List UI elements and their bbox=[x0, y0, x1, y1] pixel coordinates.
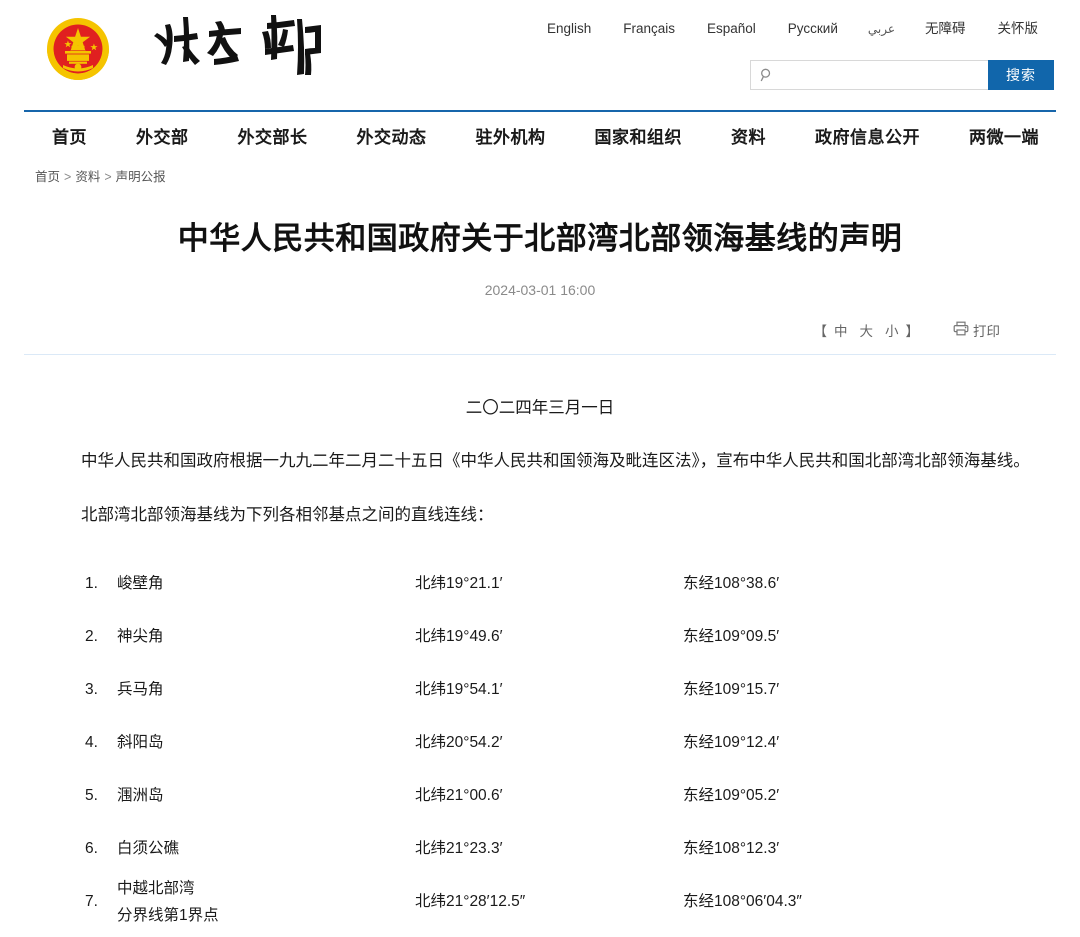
site-brand[interactable] bbox=[45, 9, 382, 85]
nav-countries[interactable]: 国家和组织 bbox=[595, 123, 683, 148]
row-index: 7. bbox=[85, 893, 98, 911]
row-longitude: 东经108°38.6′ bbox=[683, 574, 780, 592]
row-longitude: 东经109°12.4′ bbox=[683, 733, 780, 751]
table-row: 4. 斜阳岛 北纬20°54.2′ 东经109°12.4′ bbox=[24, 716, 1056, 769]
lang-francais[interactable]: Français bbox=[607, 19, 691, 39]
row-index: 6. bbox=[85, 839, 98, 857]
table-row: 2. 神尖角 北纬19°49.6′ 东经109°09.5′ bbox=[24, 610, 1056, 663]
site-search: 搜索 bbox=[750, 60, 1054, 90]
search-input-wrapper bbox=[750, 60, 988, 90]
row-name-line: 涠洲岛 bbox=[117, 786, 164, 804]
row-name-line: 斜阳岛 bbox=[117, 733, 164, 751]
article-toolbar: 【 中 大 小 】 打印 bbox=[24, 320, 1056, 340]
toolbar-divider bbox=[24, 353, 1056, 355]
publish-date: 2024-03-01 16:00 bbox=[484, 281, 596, 298]
bracket-open: 【 bbox=[813, 323, 829, 339]
lang-accessibility[interactable]: 无障碍 bbox=[909, 19, 982, 39]
row-name-line: 峻壁角 bbox=[117, 574, 164, 592]
row-latitude: 北纬19°21.1′ bbox=[415, 574, 503, 592]
lang-arabic[interactable]: عربي bbox=[854, 19, 909, 39]
nav-home[interactable]: 首页 bbox=[52, 123, 87, 148]
article: 中华人民共和国政府关于北部湾北部领海基线的声明 2024-03-01 16:00… bbox=[24, 218, 1056, 929]
nav-resources[interactable]: 资料 bbox=[731, 123, 766, 148]
nav-news[interactable]: 外交动态 bbox=[357, 123, 427, 148]
nav-social[interactable]: 两微一端 bbox=[969, 123, 1039, 148]
nav-ministry[interactable]: 外交部 bbox=[136, 123, 189, 148]
row-name: 峻壁角 bbox=[117, 570, 415, 597]
row-name: 白须公礁 bbox=[117, 835, 415, 862]
breadcrumb: 首页 > 资料 > 声明公报 bbox=[24, 166, 1056, 185]
breadcrumb-item-home[interactable]: 首页 bbox=[35, 170, 60, 184]
row-latitude: 北纬19°54.1′ bbox=[415, 680, 503, 698]
signed-date: 二〇二四年三月一日 bbox=[465, 398, 615, 417]
row-latitude: 北纬21°28′12.5″ bbox=[415, 893, 526, 911]
row-name-line: 分界线第1界点 bbox=[117, 907, 219, 924]
row-index: 3. bbox=[85, 680, 98, 698]
breadcrumb-item-statements[interactable]: 声明公报 bbox=[116, 170, 166, 184]
table-row: 7. 中越北部湾 分界线第1界点 北纬21°28′12.5″ 东经108°06′… bbox=[24, 875, 1056, 929]
nav-gov-info[interactable]: 政府信息公开 bbox=[815, 123, 920, 148]
row-name: 中越北部湾 分界线第1界点 bbox=[117, 875, 415, 929]
row-name: 斜阳岛 bbox=[117, 729, 415, 756]
printer-icon bbox=[953, 321, 969, 339]
row-longitude: 东经108°06′04.3″ bbox=[683, 893, 802, 911]
row-latitude: 北纬19°49.6′ bbox=[415, 627, 503, 645]
lang-espanol[interactable]: Español bbox=[691, 19, 772, 39]
lang-russian[interactable]: Русский bbox=[772, 19, 854, 39]
row-longitude: 东经109°15.7′ bbox=[683, 680, 780, 698]
search-button[interactable]: 搜索 bbox=[988, 60, 1054, 90]
breadcrumb-separator: > bbox=[64, 170, 72, 184]
breadcrumb-item-resources[interactable]: 资料 bbox=[75, 170, 100, 184]
row-name-line: 神尖角 bbox=[117, 627, 164, 645]
row-name-line: 中越北部湾 bbox=[117, 879, 195, 897]
row-name: 涠洲岛 bbox=[117, 782, 415, 809]
breadcrumb-separator: > bbox=[104, 170, 112, 184]
font-size-group: 【 中 大 小 】 bbox=[814, 320, 922, 340]
main-navigation: 首页 外交部 外交部长 外交动态 驻外机构 国家和组织 资料 政府信息公开 两微… bbox=[24, 112, 1056, 158]
row-name-line: 兵马角 bbox=[117, 680, 164, 698]
table-row: 6. 白须公礁 北纬21°23.3′ 东经108°12.3′ bbox=[24, 822, 1056, 875]
row-name: 神尖角 bbox=[117, 623, 415, 650]
row-index: 5. bbox=[85, 786, 98, 804]
row-name-line: 白须公礁 bbox=[117, 839, 180, 857]
row-longitude: 东经108°12.3′ bbox=[683, 839, 780, 857]
article-body: 二〇二四年三月一日 中华人民共和国政府根据一九九二年二月二十五日《中华人民共和国… bbox=[24, 393, 1056, 929]
row-index: 4. bbox=[85, 733, 98, 751]
search-input[interactable] bbox=[751, 61, 988, 89]
nav-minister[interactable]: 外交部长 bbox=[238, 123, 308, 148]
row-name: 兵马角 bbox=[117, 676, 415, 703]
print-label: 打印 bbox=[973, 323, 1000, 339]
site-header: English Français Español Русский عربي 无障… bbox=[24, 0, 1056, 112]
lang-care-version[interactable]: 关怀版 bbox=[982, 19, 1055, 39]
ministry-wordmark bbox=[147, 9, 382, 85]
font-size-medium[interactable]: 中 bbox=[829, 320, 855, 340]
paragraph-1: 中华人民共和国政府根据一九九二年二月二十五日《中华人民共和国领海及毗连区法》，宣… bbox=[81, 452, 1030, 471]
font-size-large[interactable]: 大 bbox=[855, 320, 881, 340]
basepoint-table: 1. 峻壁角 北纬19°21.1′ 东经108°38.6′ 2. 神尖角 北纬1… bbox=[24, 557, 1056, 929]
nav-missions[interactable]: 驻外机构 bbox=[476, 123, 546, 148]
china-national-emblem-icon bbox=[45, 9, 111, 85]
row-latitude: 北纬21°00.6′ bbox=[415, 786, 503, 804]
paragraph-2: 北部湾北部领海基线为下列各相邻基点之间的直线连线： bbox=[81, 505, 494, 524]
language-bar: English Français Español Русский عربي 无障… bbox=[531, 19, 1054, 39]
lang-english[interactable]: English bbox=[531, 19, 607, 39]
row-index: 2. bbox=[85, 627, 98, 645]
row-latitude: 北纬20°54.2′ bbox=[415, 733, 503, 751]
table-row: 5. 涠洲岛 北纬21°00.6′ 东经109°05.2′ bbox=[24, 769, 1056, 822]
page-title: 中华人民共和国政府关于北部湾北部领海基线的声明 bbox=[177, 221, 903, 256]
row-longitude: 东经109°05.2′ bbox=[683, 786, 780, 804]
table-row: 1. 峻壁角 北纬19°21.1′ 东经108°38.6′ bbox=[24, 557, 1056, 610]
font-size-small[interactable]: 小 bbox=[880, 320, 906, 340]
bracket-close: 】 bbox=[905, 323, 921, 339]
row-index: 1. bbox=[85, 574, 98, 592]
row-longitude: 东经109°09.5′ bbox=[683, 627, 780, 645]
print-button[interactable]: 打印 bbox=[953, 320, 1000, 340]
table-row: 3. 兵马角 北纬19°54.1′ 东经109°15.7′ bbox=[24, 663, 1056, 716]
row-latitude: 北纬21°23.3′ bbox=[415, 839, 503, 857]
